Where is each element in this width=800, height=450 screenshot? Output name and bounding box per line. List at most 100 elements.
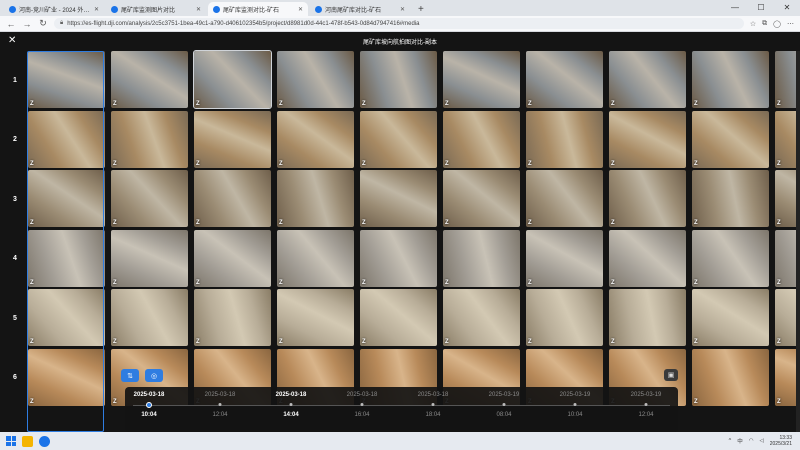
aerial-photo-thumbnail[interactable]: Z bbox=[526, 51, 603, 108]
aerial-photo-thumbnail[interactable]: Z bbox=[111, 170, 188, 227]
timeline-tick[interactable] bbox=[218, 403, 222, 406]
close-window-button[interactable]: ✕ bbox=[774, 0, 800, 14]
aerial-photo-thumbnail[interactable]: Z bbox=[692, 51, 769, 108]
timeline-tick[interactable] bbox=[502, 403, 506, 406]
aerial-photo-thumbnail[interactable]: Z bbox=[360, 51, 437, 108]
aerial-photo-thumbnail[interactable]: Z bbox=[443, 229, 520, 287]
row-label: 4 bbox=[13, 255, 17, 262]
aerial-photo-thumbnail[interactable]: Z bbox=[28, 348, 105, 406]
zoom-badge: Z bbox=[196, 101, 200, 107]
aerial-photo-thumbnail[interactable]: Z bbox=[111, 289, 188, 346]
aerial-photo-thumbnail[interactable]: Z bbox=[609, 51, 686, 108]
edge-browser-icon[interactable] bbox=[39, 435, 50, 447]
timeline-tick[interactable] bbox=[573, 403, 577, 406]
close-viewer-button[interactable]: ✕ bbox=[8, 35, 16, 46]
timeline-tick[interactable] bbox=[431, 403, 435, 406]
aerial-photo-thumbnail[interactable]: Z bbox=[526, 170, 603, 227]
aerial-photo-thumbnail[interactable]: Z bbox=[692, 348, 769, 406]
aerial-photo-thumbnail[interactable]: Z bbox=[277, 229, 354, 287]
minimize-button[interactable]: — bbox=[722, 0, 748, 14]
aerial-photo-thumbnail[interactable]: Z bbox=[193, 50, 272, 109]
aerial-photo-thumbnail[interactable]: Z bbox=[360, 229, 437, 287]
aerial-photo-thumbnail[interactable]: Z bbox=[277, 110, 354, 168]
timeline[interactable]: 2025-03-18 10:04 2025-03-18 12:04 2025-03-18… bbox=[125, 387, 678, 432]
aerial-photo-thumbnail[interactable]: Z bbox=[28, 229, 105, 287]
aerial-photo-thumbnail[interactable]: Z bbox=[360, 170, 437, 227]
sync-toggle-button[interactable]: ⇅ bbox=[121, 369, 139, 382]
timeline-tick[interactable] bbox=[289, 403, 293, 406]
tab-title: 尾矿库监测图片对比 bbox=[121, 7, 176, 14]
close-tab-icon[interactable]: ✕ bbox=[94, 6, 99, 13]
close-tab-icon[interactable]: ✕ bbox=[400, 6, 405, 13]
aerial-photo-thumbnail[interactable]: Z bbox=[360, 289, 437, 346]
aerial-photo-thumbnail[interactable]: Z bbox=[526, 289, 603, 346]
aerial-photo-thumbnail[interactable]: Z bbox=[609, 170, 686, 227]
aerial-photo-thumbnail[interactable]: Z bbox=[111, 51, 188, 108]
aerial-photo-thumbnail[interactable]: Z bbox=[28, 110, 105, 168]
timeline-current-marker[interactable] bbox=[146, 402, 152, 408]
aerial-photo-thumbnail[interactable]: Z bbox=[111, 110, 188, 168]
back-icon[interactable]: ← bbox=[6, 19, 16, 29]
aerial-photo-thumbnail[interactable]: Z bbox=[609, 229, 686, 287]
windows-start-icon[interactable] bbox=[6, 436, 16, 446]
aerial-photo-thumbnail[interactable]: Z bbox=[111, 229, 188, 287]
aerial-photo-thumbnail[interactable]: Z bbox=[194, 170, 271, 227]
system-clock[interactable]: 13:33 2025/3/21 bbox=[770, 435, 792, 447]
aerial-photo-thumbnail[interactable]: Z bbox=[194, 229, 271, 287]
aerial-photo-thumbnail[interactable]: Z bbox=[692, 229, 769, 287]
aerial-photo-thumbnail[interactable]: Z bbox=[609, 289, 686, 346]
close-tab-icon[interactable]: ✕ bbox=[298, 6, 303, 13]
aerial-photo-thumbnail[interactable]: Z bbox=[443, 170, 520, 227]
reload-icon[interactable]: ↻ bbox=[38, 18, 48, 29]
browser-tab[interactable]: 河南-竞川矿业 - 2024 外部同步✕ bbox=[4, 2, 104, 16]
aerial-photo-thumbnail[interactable]: Z bbox=[194, 289, 271, 346]
aerial-photo-thumbnail[interactable]: Z bbox=[28, 170, 105, 227]
zoom-badge: Z bbox=[694, 220, 698, 226]
tray-chevron-icon[interactable]: ^ bbox=[729, 438, 732, 444]
aerial-photo-thumbnail[interactable]: Z bbox=[443, 51, 520, 108]
aerial-photo-thumbnail[interactable]: Z bbox=[692, 289, 769, 346]
aerial-photo-thumbnail[interactable]: Z bbox=[277, 289, 354, 346]
forward-icon[interactable]: → bbox=[22, 19, 32, 29]
extensions-icon[interactable]: ⧉ bbox=[762, 20, 767, 28]
aerial-photo-thumbnail[interactable]: Z bbox=[443, 289, 520, 346]
aerial-photo-thumbnail[interactable]: Z bbox=[360, 110, 437, 168]
file-explorer-icon[interactable] bbox=[22, 435, 33, 447]
aerial-photo-thumbnail[interactable]: Z bbox=[609, 110, 686, 168]
star-icon[interactable]: ☆ bbox=[750, 20, 756, 28]
zoom-badge: Z bbox=[445, 339, 449, 345]
aerial-photo-thumbnail[interactable]: Z bbox=[28, 51, 105, 108]
menu-icon[interactable]: ⋯ bbox=[787, 20, 794, 28]
browser-tab-active[interactable]: 尾矿库监测对比-矿石 ✕ bbox=[208, 2, 308, 16]
vertical-scrollbar[interactable] bbox=[796, 51, 800, 432]
timeline-time-label: 10:04 bbox=[567, 412, 583, 418]
address-bar[interactable]: 🔒︎ https://es-flight.dji.com/analysis/2c… bbox=[54, 18, 744, 29]
aerial-photo-thumbnail[interactable]: Z bbox=[277, 51, 354, 108]
aerial-photo-thumbnail[interactable]: Z bbox=[443, 110, 520, 168]
close-tab-icon[interactable]: ✕ bbox=[196, 6, 201, 13]
timeline-tick[interactable] bbox=[644, 403, 648, 406]
timeline-track bbox=[133, 405, 670, 406]
volume-icon[interactable]: ◁ bbox=[760, 438, 764, 444]
camera-button[interactable]: ▣ bbox=[664, 369, 678, 381]
row-label: 3 bbox=[13, 195, 17, 203]
timeline-tick[interactable] bbox=[360, 403, 364, 406]
tab-title: 尾矿库监测对比-矿石 bbox=[223, 7, 279, 14]
zoom-badge: Z bbox=[528, 101, 532, 107]
aerial-photo-thumbnail[interactable]: Z bbox=[526, 229, 603, 287]
aerial-photo-thumbnail[interactable]: Z bbox=[692, 110, 769, 168]
input-method-icon[interactable]: 中 bbox=[737, 437, 743, 445]
aerial-photo-thumbnail[interactable]: Z bbox=[194, 110, 271, 168]
row-label: 5 bbox=[13, 314, 17, 322]
profile-icon[interactable]: ◯ bbox=[773, 20, 781, 28]
target-toggle-button[interactable]: ◎ bbox=[145, 369, 163, 382]
maximize-button[interactable]: ☐ bbox=[748, 0, 774, 14]
aerial-photo-thumbnail[interactable]: Z bbox=[28, 289, 105, 346]
aerial-photo-thumbnail[interactable]: Z bbox=[526, 110, 603, 168]
browser-tab[interactable]: 尾矿库监测图片对比 ✕ bbox=[106, 2, 206, 16]
browser-tab[interactable]: 河南尾矿库对比-矿石 ✕ bbox=[310, 2, 410, 16]
aerial-photo-thumbnail[interactable]: Z bbox=[692, 170, 769, 227]
aerial-photo-thumbnail[interactable]: Z bbox=[277, 170, 354, 227]
wifi-icon[interactable]: ◠ bbox=[749, 438, 754, 444]
new-tab-button[interactable]: + bbox=[412, 4, 430, 16]
